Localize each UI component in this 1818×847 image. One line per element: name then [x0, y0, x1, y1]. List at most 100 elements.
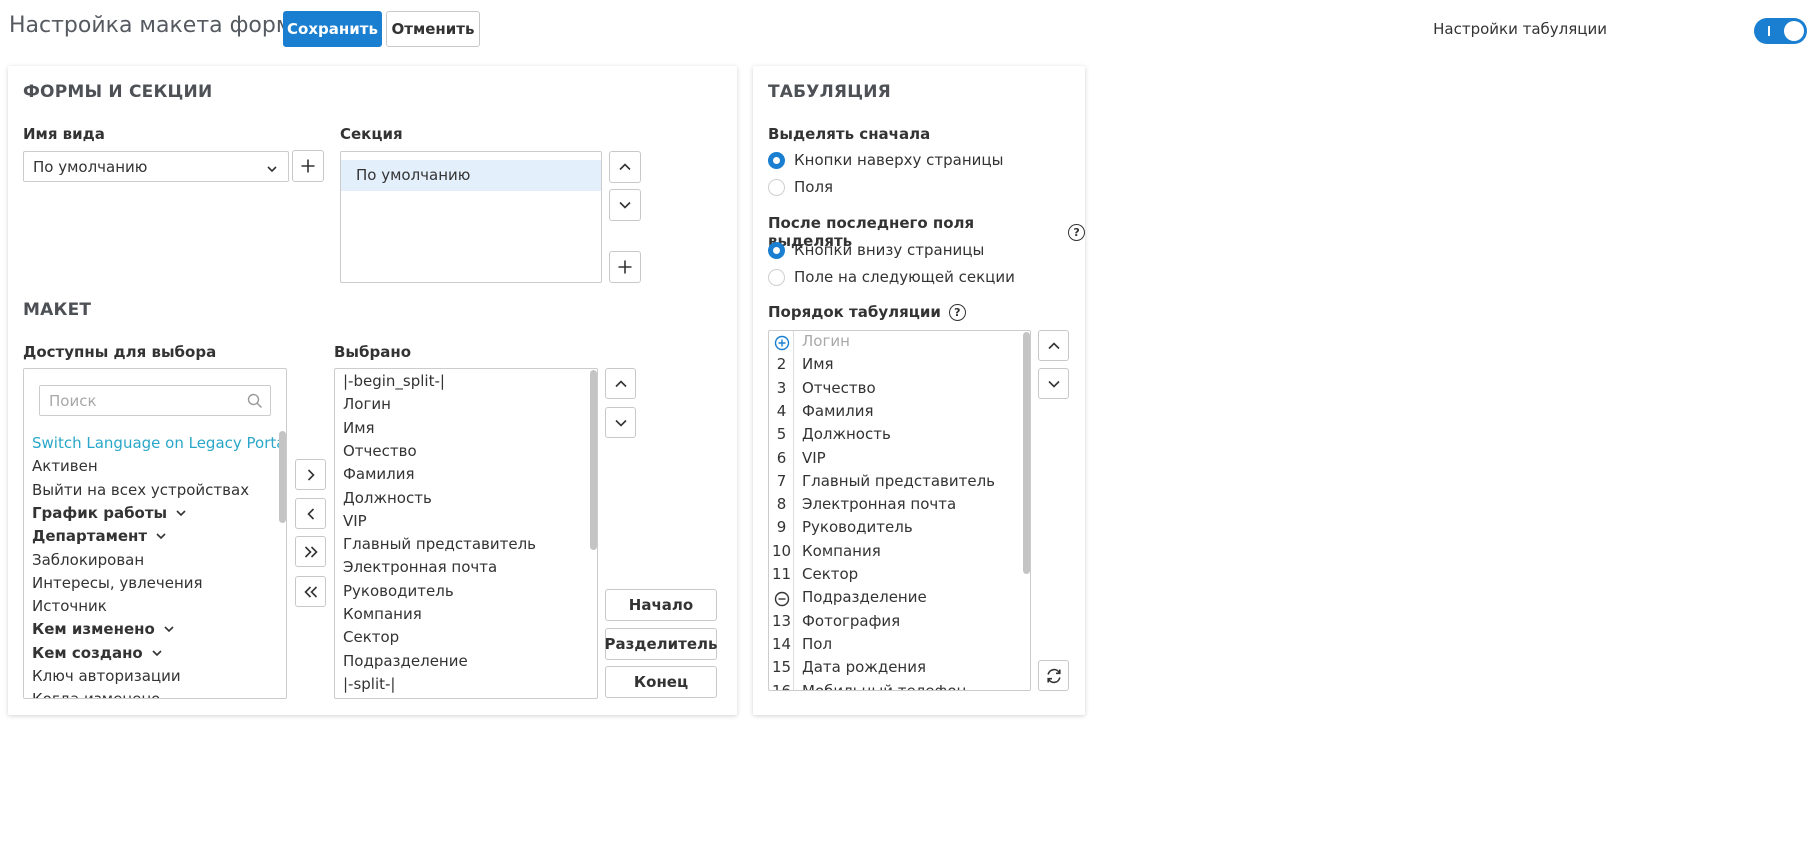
tab-order-item[interactable]: 13 Фотография — [769, 612, 1019, 635]
radio-top-buttons[interactable]: Кнопки наверху страницы — [768, 151, 1003, 169]
tab-order-item[interactable]: 8 Электронная почта — [769, 495, 1019, 518]
selected-item[interactable]: VIP — [343, 512, 367, 530]
tab-order-item[interactable]: 15 Дата рождения — [769, 658, 1019, 681]
move-left-button[interactable] — [295, 498, 326, 529]
plus-circle-icon[interactable] — [769, 332, 794, 355]
available-item[interactable]: График работы — [32, 504, 187, 522]
section-move-down-button[interactable] — [609, 189, 641, 221]
tab-order-item[interactable]: 2 Имя — [769, 355, 1019, 378]
available-item[interactable]: Департамент — [32, 527, 167, 545]
available-item[interactable]: Когда изменено — [32, 690, 160, 698]
section-list[interactable]: По умолчанию — [340, 151, 602, 283]
add-section-button[interactable] — [609, 251, 641, 283]
tab-order-label: Фамилия — [802, 401, 874, 420]
tab-order-item[interactable]: 3 Отчество — [769, 379, 1019, 402]
selected-item[interactable]: Должность — [343, 489, 432, 507]
available-item[interactable]: Заблокирован — [32, 551, 144, 569]
selected-item[interactable]: |-split-| — [343, 675, 396, 693]
selected-item[interactable]: Имя — [343, 419, 375, 437]
help-icon[interactable]: ? — [948, 303, 966, 321]
radio-circle[interactable] — [768, 151, 785, 169]
selected-item[interactable]: Логин — [343, 395, 391, 413]
selected-item[interactable]: Отчество — [343, 442, 417, 460]
selected-item[interactable]: Сектор — [343, 628, 399, 646]
radio-circle[interactable] — [768, 241, 785, 259]
expand-chevron[interactable] — [151, 647, 163, 659]
section-move-up-button[interactable] — [609, 151, 641, 183]
selected-item[interactable]: Фамилия — [343, 465, 415, 483]
selected-item[interactable]: Подразделение — [343, 652, 468, 670]
chevron-down-icon — [266, 161, 278, 179]
available-scrollbar[interactable] — [279, 431, 286, 523]
radio-circle[interactable] — [768, 268, 785, 286]
selected-item[interactable]: Электронная почта — [343, 558, 497, 576]
tab-order-number: 9 — [776, 518, 787, 537]
minus-circle-icon[interactable] — [769, 588, 794, 611]
move-right-button[interactable] — [295, 459, 326, 490]
available-item-label: Интересы, увлечения — [32, 573, 203, 592]
available-item[interactable]: Активен — [32, 457, 98, 475]
selected-move-down-button[interactable] — [605, 407, 636, 438]
available-item[interactable]: Кем создано — [32, 644, 163, 662]
available-item[interactable]: Ключ авторизации — [32, 667, 181, 685]
available-item[interactable]: Интересы, увлечения — [32, 574, 203, 592]
tab-order-item[interactable]: 6 VIP — [769, 449, 1019, 472]
help-icon[interactable]: ? — [1068, 223, 1085, 241]
selected-item[interactable]: |-begin_split-| — [343, 372, 445, 390]
tab-order-list[interactable]: Логин 2 Имя 3 Отчество 4 Фамилия 5 Должность 6 VIP… — [768, 330, 1031, 691]
tab-order-item[interactable]: 14 Пол — [769, 635, 1019, 658]
radio-fields[interactable]: Поля — [768, 178, 833, 196]
tab-order-item[interactable]: 11 Сектор — [769, 565, 1019, 588]
start-button[interactable]: Начало — [605, 589, 717, 621]
tab-order-scrollbar[interactable] — [1023, 332, 1030, 574]
available-item[interactable]: Switch Language on Legacy Portal — [32, 434, 286, 452]
selected-move-up-button[interactable] — [605, 368, 636, 399]
tab-order-number: 3 — [776, 378, 787, 397]
tab-order-item[interactable]: Логин — [769, 332, 1019, 355]
end-button[interactable]: Конец — [605, 666, 717, 698]
radio-bottom-buttons[interactable]: Кнопки внизу страницы — [768, 241, 984, 259]
tab-order-item[interactable]: 5 Должность — [769, 425, 1019, 448]
save-button[interactable]: Сохранить — [283, 11, 382, 47]
tab-settings-toggle[interactable] — [1754, 18, 1807, 44]
view-name-select[interactable]: По умолчанию — [23, 151, 289, 182]
tab-order-item[interactable]: 9 Руководитель — [769, 518, 1019, 541]
cancel-button[interactable]: Отменить — [386, 11, 480, 47]
selected-scrollbar[interactable] — [590, 370, 597, 550]
double-chevron-left-icon — [303, 585, 317, 598]
radio-next-section[interactable]: Поле на следующей секции — [768, 268, 1015, 286]
separator-button[interactable]: Разделитель — [605, 628, 717, 660]
tab-order-number: 2 — [776, 355, 787, 374]
order-move-up-button[interactable] — [1038, 330, 1069, 361]
move-all-right-button[interactable] — [295, 536, 326, 567]
move-all-left-button[interactable] — [295, 576, 326, 607]
search-input[interactable]: Поиск — [39, 385, 271, 416]
tab-order-item[interactable]: 4 Фамилия — [769, 402, 1019, 425]
chevron-down-icon[interactable] — [163, 623, 175, 635]
refresh-button[interactable] — [1038, 660, 1069, 691]
chevron-down-icon[interactable] — [175, 507, 187, 519]
add-view-button[interactable] — [292, 150, 324, 182]
available-list[interactable]: Поиск Switch Language on Legacy Portal Ак… — [23, 368, 287, 699]
expand-chevron[interactable] — [163, 623, 175, 635]
radio-circle[interactable] — [768, 178, 785, 196]
tab-order-item[interactable]: 7 Главный представитель — [769, 472, 1019, 495]
tab-order-item[interactable]: 10 Компания — [769, 542, 1019, 565]
toggle-knob — [1784, 21, 1804, 41]
chevron-down-icon[interactable] — [151, 647, 163, 659]
chevron-down-icon[interactable] — [155, 530, 167, 542]
order-move-down-button[interactable] — [1038, 368, 1069, 399]
expand-chevron[interactable] — [175, 507, 187, 519]
selected-list[interactable]: |-begin_split-| Логин Имя Отчество Фамилия До… — [334, 368, 598, 699]
available-item[interactable]: Выйти на всех устройствах — [32, 481, 249, 499]
radio-label: Поле на следующей секции — [794, 268, 1015, 286]
tab-settings-label: Настройки табуляции — [1433, 20, 1607, 38]
tab-order-item[interactable]: 16 Мобильный телефон — [769, 682, 1019, 691]
tab-order-item[interactable]: Подразделение — [769, 588, 1019, 611]
expand-chevron[interactable] — [155, 530, 167, 542]
selected-item[interactable]: Компания — [343, 605, 422, 623]
available-item[interactable]: Источник — [32, 597, 107, 615]
selected-item[interactable]: Главный представитель — [343, 535, 536, 553]
available-item[interactable]: Кем изменено — [32, 620, 175, 638]
selected-item[interactable]: Руководитель — [343, 582, 454, 600]
